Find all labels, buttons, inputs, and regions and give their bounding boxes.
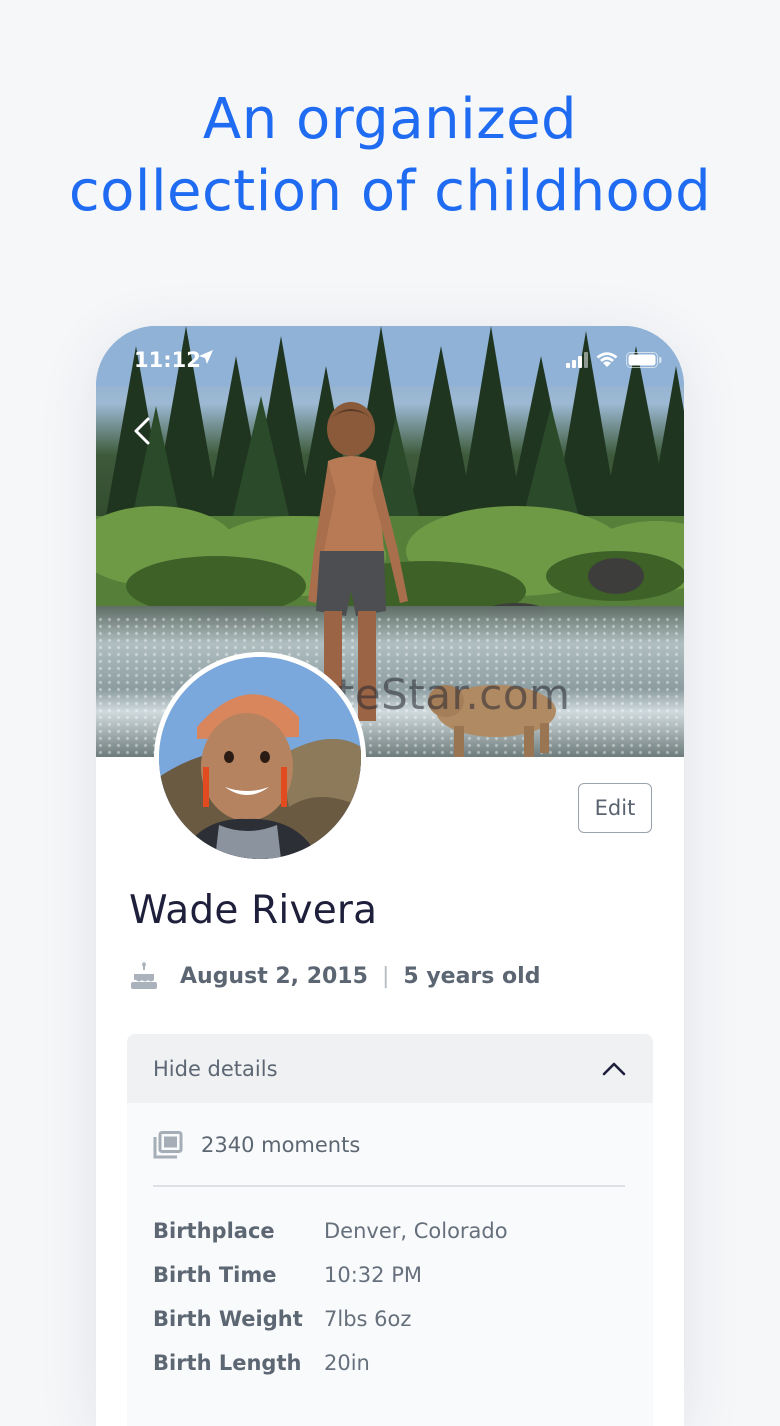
info-value: 10:32 PM: [324, 1262, 422, 1287]
divider: [153, 1185, 625, 1187]
battery-icon: [626, 352, 662, 368]
moments-row: 2340 moments: [127, 1103, 653, 1161]
birth-info-row: August 2, 2015 | 5 years old: [130, 962, 540, 990]
info-label: Birth Time: [153, 1262, 277, 1287]
headline-line-2: collection of childhood: [68, 159, 712, 224]
chevron-up-icon: [602, 1062, 626, 1075]
status-icons: [566, 352, 662, 368]
birth-details-table: Birthplace Denver, Colorado Birth Time 1…: [127, 1209, 653, 1385]
status-time: 11:12: [134, 348, 201, 372]
phone-screen: UpdateStar.com 11:12 Edit Wade Rivera Au…: [96, 326, 684, 1426]
info-row-birthplace: Birthplace Denver, Colorado: [153, 1209, 653, 1253]
location-arrow-icon: [199, 350, 213, 364]
info-label: Birth Length: [153, 1350, 302, 1375]
child-name: Wade Rivera: [129, 888, 378, 933]
chevron-left-icon: [134, 417, 150, 445]
info-label: Birth Weight: [153, 1306, 303, 1331]
hide-details-label: Hide details: [153, 1056, 278, 1081]
headline-line-1: An organized: [202, 87, 578, 152]
photo-stack-icon: [153, 1131, 183, 1159]
separator: |: [381, 963, 390, 989]
info-value: 20in: [324, 1350, 370, 1375]
edit-button[interactable]: Edit: [578, 783, 652, 833]
info-value: 7lbs 6oz: [324, 1306, 412, 1331]
info-row-birth-time: Birth Time 10:32 PM: [153, 1253, 653, 1297]
info-value: Denver, Colorado: [324, 1218, 508, 1243]
details-panel: Hide details 2340 moments Birthplace Den…: [127, 1034, 653, 1426]
info-row-birth-weight: Birth Weight 7lbs 6oz: [153, 1297, 653, 1341]
moments-count: 2340 moments: [201, 1133, 361, 1157]
headline: An organized collection of childhood: [0, 84, 780, 228]
signal-icon: [566, 352, 588, 368]
hide-details-toggle[interactable]: Hide details: [127, 1034, 653, 1103]
wifi-icon: [596, 352, 618, 367]
info-label: Birthplace: [153, 1218, 275, 1243]
info-row-birth-length: Birth Length 20in: [153, 1341, 653, 1385]
status-bar: 11:12: [96, 326, 684, 396]
cake-icon: [130, 962, 158, 990]
age: 5 years old: [403, 963, 541, 989]
birth-date: August 2, 2015: [180, 963, 368, 989]
back-button[interactable]: [126, 414, 160, 448]
avatar-photo: [159, 657, 361, 859]
avatar[interactable]: [154, 652, 366, 864]
